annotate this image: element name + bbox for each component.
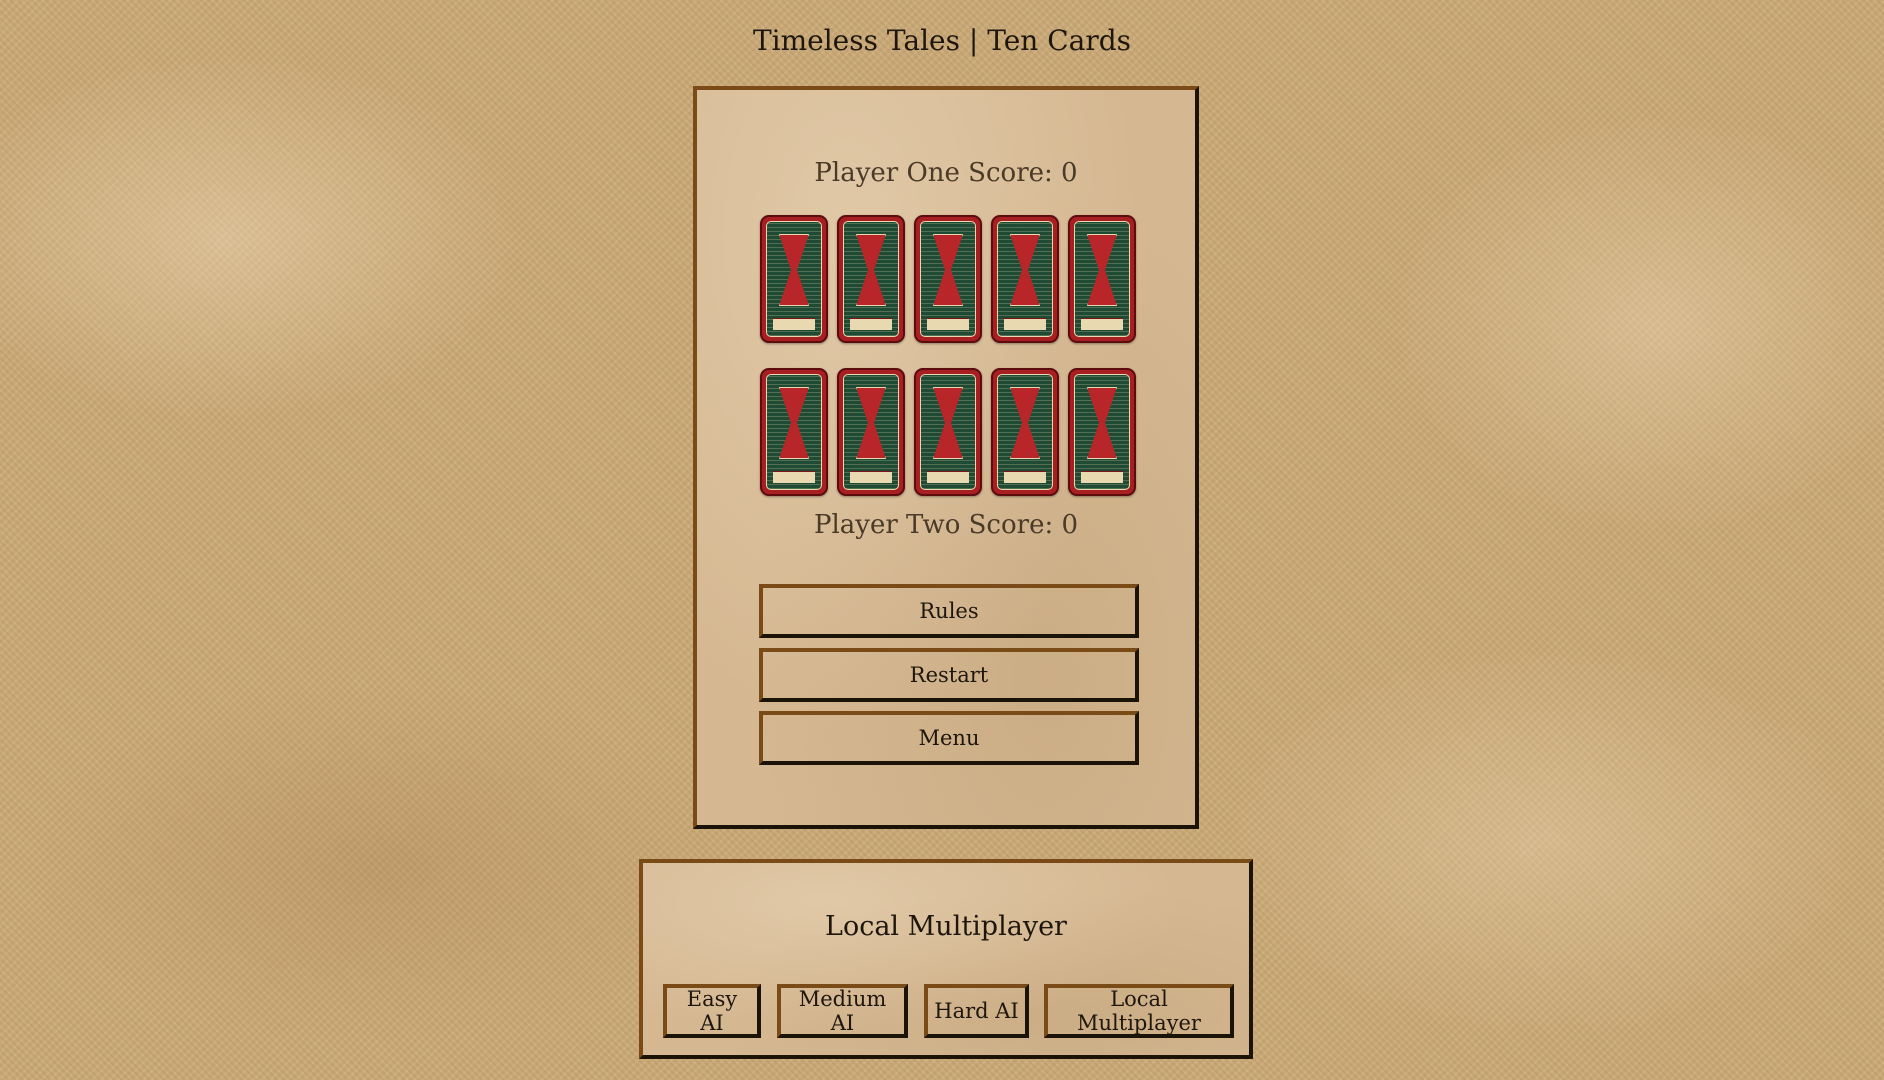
easy-ai-button[interactable]: Easy AI bbox=[663, 984, 761, 1038]
rules-button[interactable]: Rules bbox=[759, 584, 1139, 638]
card-back[interactable] bbox=[837, 215, 905, 343]
card-back[interactable] bbox=[991, 215, 1059, 343]
hard-ai-button[interactable]: Hard AI bbox=[924, 984, 1029, 1038]
player-one-score: Player One Score: 0 bbox=[814, 158, 1078, 188]
player-one-hand bbox=[760, 215, 1136, 343]
mode-title: Local Multiplayer bbox=[825, 911, 1067, 942]
game-board-panel: Player One Score: 0 Player Two Score: 0 … bbox=[693, 86, 1199, 829]
player-two-score: Player Two Score: 0 bbox=[813, 510, 1079, 540]
card-back[interactable] bbox=[837, 368, 905, 496]
restart-button[interactable]: Restart bbox=[759, 648, 1139, 702]
card-back[interactable] bbox=[1068, 215, 1136, 343]
card-back[interactable] bbox=[914, 215, 982, 343]
card-back[interactable] bbox=[1068, 368, 1136, 496]
mode-select-panel: Local Multiplayer Easy AI Medium AI Hard… bbox=[639, 859, 1253, 1059]
player-two-hand bbox=[760, 368, 1136, 496]
card-back[interactable] bbox=[760, 368, 828, 496]
medium-ai-button[interactable]: Medium AI bbox=[777, 984, 908, 1038]
card-back[interactable] bbox=[991, 368, 1059, 496]
page-title: Timeless Tales | Ten Cards bbox=[752, 24, 1132, 57]
card-back[interactable] bbox=[760, 215, 828, 343]
local-multiplayer-button[interactable]: Local Multiplayer bbox=[1044, 984, 1234, 1038]
menu-button[interactable]: Menu bbox=[759, 711, 1139, 765]
card-back[interactable] bbox=[914, 368, 982, 496]
